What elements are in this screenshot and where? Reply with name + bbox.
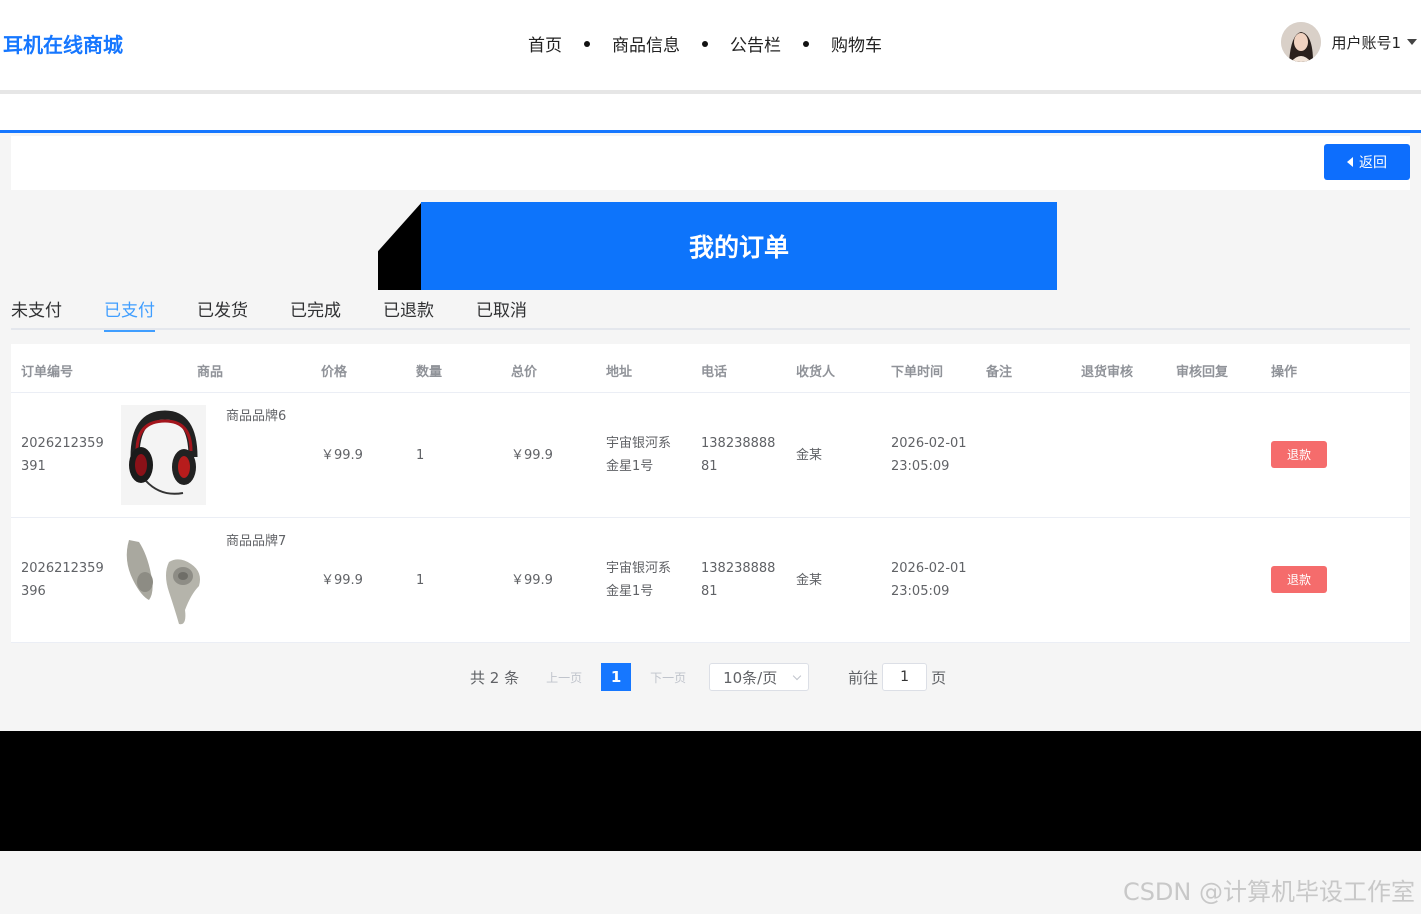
page-size-select[interactable]: 10条/页: [709, 663, 810, 691]
price: ￥99.9: [321, 448, 363, 463]
order-number-part: 391: [21, 459, 46, 474]
address-line: 宇宙银河系: [606, 436, 672, 451]
column-header: 备注: [986, 365, 1013, 380]
banner-strip: [0, 94, 1421, 130]
pagination-total: 共 2 条: [470, 668, 520, 687]
product-name[interactable]: 商品品牌6: [226, 405, 286, 428]
refund-button[interactable]: 退款: [1271, 441, 1327, 468]
product-name[interactable]: 商品品牌7: [226, 530, 286, 553]
column-header: 价格: [321, 365, 348, 380]
nav-separator: [702, 40, 708, 47]
address-line: 金星1号: [606, 584, 654, 599]
tab-unpaid[interactable]: 未支付: [11, 296, 62, 330]
back-button[interactable]: 返回: [1324, 144, 1410, 180]
order-time: 2026-02-01 23:05:09: [891, 557, 967, 603]
refund-button[interactable]: 退款: [1271, 566, 1327, 593]
watermark: CSDN @计算机毕设工作室: [1122, 878, 1415, 906]
column-header: 下单时间: [891, 365, 944, 380]
quantity: 1: [416, 448, 425, 463]
order-clock: 23:05:09: [891, 584, 950, 599]
table-row: 2026212359 391 商品品牌6 ￥99.9 1 ￥99.9 宇宙银河系…: [11, 393, 1410, 518]
order-number: 2026212359 391: [21, 432, 104, 478]
quantity: 1: [416, 573, 425, 588]
accent-divider: [0, 130, 1421, 133]
order-number-part: 2026212359: [21, 436, 104, 451]
page-number-current[interactable]: 1: [601, 663, 632, 691]
phone-part: 138238888: [701, 436, 776, 451]
order-number-part: 2026212359: [21, 561, 104, 576]
chevron-down-icon: [792, 671, 802, 681]
tab-cancelled[interactable]: 已取消: [476, 296, 527, 330]
phone: 138238888 81: [701, 557, 775, 603]
next-page-button[interactable]: 下一页: [641, 669, 695, 686]
order-status-tabs: 未支付 已支付 已发货 已完成 已退款 已取消: [11, 296, 1410, 332]
column-header: 订单编号: [21, 365, 74, 380]
address: 宇宙银河系 金星1号: [606, 432, 671, 478]
user-menu[interactable]: 用户账号1: [1281, 22, 1417, 62]
orders-table: 订单编号 商品 价格 数量 总价 地址 电话 收货人 下单时间 备注 退货审核 …: [11, 344, 1410, 643]
address-line: 金星1号: [606, 459, 654, 474]
main-nav: 首页 商品信息 公告栏 购物车: [528, 31, 882, 56]
page-suffix-label: 页: [931, 668, 947, 687]
phone: 138238888 81: [701, 432, 775, 478]
back-button-label: 返回: [1359, 155, 1387, 171]
table-header: 订单编号 商品 价格 数量 总价 地址 电话 收货人 下单时间 备注 退货审核 …: [11, 344, 1410, 393]
phone-part: 81: [701, 459, 718, 474]
title-corner-decoration: [378, 202, 422, 290]
nav-notice[interactable]: 公告栏: [730, 31, 781, 56]
tab-completed[interactable]: 已完成: [290, 296, 341, 330]
nav-separator: [584, 40, 590, 47]
column-header: 电话: [701, 365, 728, 380]
pagination: 共 2 条 上一页 1 下一页 10条/页 前往 1 页: [470, 663, 946, 691]
nav-products[interactable]: 商品信息: [612, 31, 680, 56]
brand-logo-text[interactable]: 耳机在线商城: [3, 29, 123, 58]
column-header: 数量: [416, 365, 443, 380]
receiver: 金某: [796, 448, 823, 463]
receiver: 金某: [796, 573, 823, 588]
order-time: 2026-02-01 23:05:09: [891, 432, 967, 478]
tab-paid[interactable]: 已支付: [104, 296, 155, 332]
page-size-value: 10条/页: [723, 668, 778, 687]
address: 宇宙银河系 金星1号: [606, 557, 671, 603]
earbuds-icon: [121, 530, 206, 630]
user-name: 用户账号1: [1331, 33, 1401, 52]
goto-label: 前往: [848, 668, 879, 687]
order-date: 2026-02-01: [891, 436, 967, 451]
order-date: 2026-02-01: [891, 561, 967, 576]
header: 耳机在线商城 首页 商品信息 公告栏 购物车 用户账号1: [0, 0, 1421, 90]
column-header: 操作: [1271, 365, 1298, 380]
address-line: 宇宙银河系: [606, 561, 672, 576]
action-bar: 返回: [11, 136, 1410, 190]
total-price: ￥99.9: [511, 448, 553, 463]
order-number-part: 396: [21, 584, 46, 599]
page-title-banner: 我的订单: [378, 202, 1057, 290]
nav-home[interactable]: 首页: [528, 31, 562, 56]
phone-part: 138238888: [701, 561, 776, 576]
total-price: ￥99.9: [511, 573, 553, 588]
price: ￥99.9: [321, 573, 363, 588]
footer: [0, 731, 1421, 851]
caret-down-icon: [1407, 39, 1417, 45]
headphones-icon: [121, 405, 206, 505]
column-header: 收货人: [796, 365, 836, 380]
page-title: 我的订单: [421, 202, 1057, 290]
table-row: 2026212359 396 商品品牌7 ￥99.9 1 ￥99.9 宇宙银河系…: [11, 518, 1410, 643]
column-header: 商品: [197, 365, 224, 380]
avatar: [1281, 22, 1322, 62]
column-header: 地址: [606, 365, 633, 380]
goto-page-input[interactable]: 1: [882, 663, 928, 691]
tab-shipped[interactable]: 已发货: [197, 296, 248, 330]
caret-left-icon: [1347, 157, 1353, 167]
order-clock: 23:05:09: [891, 459, 950, 474]
nav-cart[interactable]: 购物车: [831, 31, 882, 56]
phone-part: 81: [701, 584, 718, 599]
tab-refunded[interactable]: 已退款: [383, 296, 434, 330]
order-number: 2026212359 396: [21, 557, 104, 603]
column-header: 总价: [511, 365, 538, 380]
nav-separator: [803, 40, 809, 47]
column-header: 退货审核: [1081, 365, 1134, 380]
prev-page-button[interactable]: 上一页: [537, 669, 591, 686]
column-header: 审核回复: [1176, 365, 1229, 380]
